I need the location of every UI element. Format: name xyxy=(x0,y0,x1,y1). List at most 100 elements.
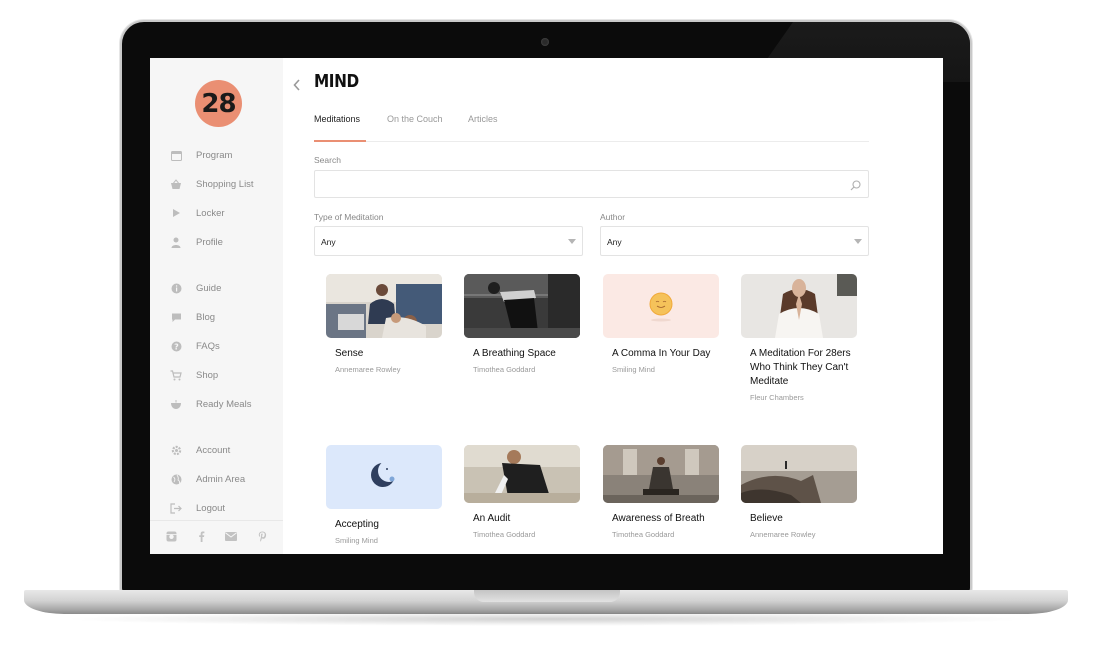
sidebar-item-logout[interactable]: Logout xyxy=(170,499,225,517)
sidebar-item-label: Shop xyxy=(196,369,219,381)
meditation-card-an-audit[interactable]: An Audit Timothea Goddard xyxy=(464,445,580,539)
select-value: Any xyxy=(321,237,336,247)
photo-man-pushup xyxy=(464,445,580,503)
card-author: Smiling Mind xyxy=(335,536,378,545)
sidebar-item-label: Guide xyxy=(196,282,222,294)
instagram-icon[interactable] xyxy=(166,531,177,545)
author-select[interactable]: Any xyxy=(600,226,869,256)
play-icon xyxy=(170,207,182,219)
globe-icon xyxy=(170,473,182,485)
photo-woman-sitting xyxy=(603,445,719,503)
sidebar-item-label: Program xyxy=(196,149,233,161)
sidebar-item-label: Ready Meals xyxy=(196,398,252,410)
meditation-card-believe[interactable]: Believe Annemaree Rowley xyxy=(741,445,857,539)
bowl-icon xyxy=(170,398,182,410)
info-icon xyxy=(170,282,182,294)
author-label: Author xyxy=(600,212,626,222)
card-author: Smiling Mind xyxy=(612,365,655,374)
facebook-icon[interactable] xyxy=(198,531,205,545)
card-author: Annemaree Rowley xyxy=(750,530,816,539)
sidebar-item-profile[interactable]: Profile xyxy=(170,233,223,251)
sidebar-item-guide[interactable]: Guide xyxy=(170,279,221,297)
chat-bubble-icon xyxy=(170,311,182,323)
cart-icon xyxy=(170,369,182,381)
app-screen: 28 Program Shopping List Locker Profile … xyxy=(150,58,943,554)
search-input[interactable] xyxy=(314,170,869,198)
smiley-sun-illustration xyxy=(603,274,719,338)
sidebar-item-locker[interactable]: Locker xyxy=(170,204,225,222)
tab-bar: Meditations On the Couch Articles xyxy=(314,110,869,142)
sidebar-item-admin-area[interactable]: Admin Area xyxy=(170,470,245,488)
camera-icon xyxy=(541,38,549,46)
sidebar-item-faqs[interactable]: ? FAQs xyxy=(170,337,220,355)
sidebar-item-label: Blog xyxy=(196,311,216,323)
gear-icon xyxy=(170,444,182,456)
card-author: Timothea Goddard xyxy=(612,530,675,539)
card-title: A Comma In Your Day xyxy=(612,348,711,359)
sidebar-item-account[interactable]: Account xyxy=(170,441,230,459)
sidebar-item-blog[interactable]: Blog xyxy=(170,308,215,326)
meditation-card-a-comma-in-your-day[interactable]: A Comma In Your Day Smiling Mind xyxy=(603,274,719,374)
chevron-down-icon xyxy=(568,239,576,244)
user-icon xyxy=(170,236,182,248)
card-title: A Breathing Space xyxy=(473,348,556,359)
meditation-card-a-breathing-space[interactable]: A Breathing Space Timothea Goddard xyxy=(464,274,580,374)
moon-illustration xyxy=(326,445,442,509)
sidebar-item-label: Profile xyxy=(196,236,223,248)
laptop-shadow xyxy=(60,612,1034,626)
tab-meditations[interactable]: Meditations xyxy=(314,114,360,124)
card-author: Timothea Goddard xyxy=(473,530,536,539)
chevron-down-icon xyxy=(854,239,862,244)
sidebar-item-label: FAQs xyxy=(196,340,220,352)
social-links xyxy=(150,520,283,554)
tab-articles[interactable]: Articles xyxy=(468,114,498,124)
meditation-card-accepting[interactable]: Accepting Smiling Mind xyxy=(326,445,442,545)
svg-text:?: ? xyxy=(174,342,179,351)
photo-cliff-landscape xyxy=(741,445,857,503)
basket-icon xyxy=(170,178,182,190)
meditation-card-awareness-of-breath[interactable]: Awareness of Breath Timothea Goddard xyxy=(603,445,719,539)
select-value: Any xyxy=(607,237,622,247)
photo-people-couch xyxy=(326,274,442,338)
type-of-meditation-label: Type of Meditation xyxy=(314,212,384,222)
page-title: MIND xyxy=(314,71,359,92)
tab-on-the-couch[interactable]: On the Couch xyxy=(387,114,443,124)
card-title: Believe xyxy=(750,513,783,524)
sidebar-item-label: Shopping List xyxy=(196,178,254,190)
photo-man-stretching xyxy=(464,274,580,338)
logo-text: 28 xyxy=(201,88,236,119)
mail-icon[interactable] xyxy=(225,531,238,544)
search-label: Search xyxy=(314,155,341,165)
laptop-notch xyxy=(474,590,620,602)
sidebar-item-program[interactable]: Program xyxy=(170,146,232,164)
sidebar-item-ready-meals[interactable]: Ready Meals xyxy=(170,395,251,413)
calendar-icon xyxy=(170,149,182,161)
card-title: Awareness of Breath xyxy=(612,513,705,524)
sidebar-item-label: Locker xyxy=(196,207,225,219)
active-tab-indicator xyxy=(314,140,366,142)
pinterest-icon[interactable] xyxy=(258,531,267,545)
card-author: Annemaree Rowley xyxy=(335,365,401,374)
sidebar-item-label: Account xyxy=(196,444,231,456)
sidebar-item-shopping-list[interactable]: Shopping List xyxy=(170,175,254,193)
sidebar-item-shop[interactable]: Shop xyxy=(170,366,218,384)
logout-icon xyxy=(170,502,182,514)
sidebar: 28 Program Shopping List Locker Profile … xyxy=(150,58,283,554)
card-title: A Meditation For 28ers Who Think They Ca… xyxy=(750,348,851,387)
card-author: Timothea Goddard xyxy=(473,365,536,374)
type-of-meditation-select[interactable]: Any xyxy=(314,226,583,256)
back-chevron-icon[interactable] xyxy=(293,78,301,94)
photo-woman-praying xyxy=(741,274,857,338)
laptop-lid: 28 Program Shopping List Locker Profile … xyxy=(122,22,970,594)
card-author: Fleur Chambers xyxy=(750,393,804,402)
card-title: An Audit xyxy=(473,513,511,524)
sidebar-item-label: Logout xyxy=(196,502,226,514)
meditation-card-a-meditation-for-28ers[interactable]: A Meditation For 28ers Who Think They Ca… xyxy=(741,274,857,402)
card-title: Accepting xyxy=(335,519,379,530)
card-title: Sense xyxy=(335,348,364,359)
logo[interactable]: 28 xyxy=(195,80,242,127)
meditation-card-sense[interactable]: Sense Annemaree Rowley xyxy=(326,274,442,374)
search-icon[interactable] xyxy=(850,178,862,191)
question-icon: ? xyxy=(170,340,182,352)
sidebar-item-label: Admin Area xyxy=(196,473,246,485)
